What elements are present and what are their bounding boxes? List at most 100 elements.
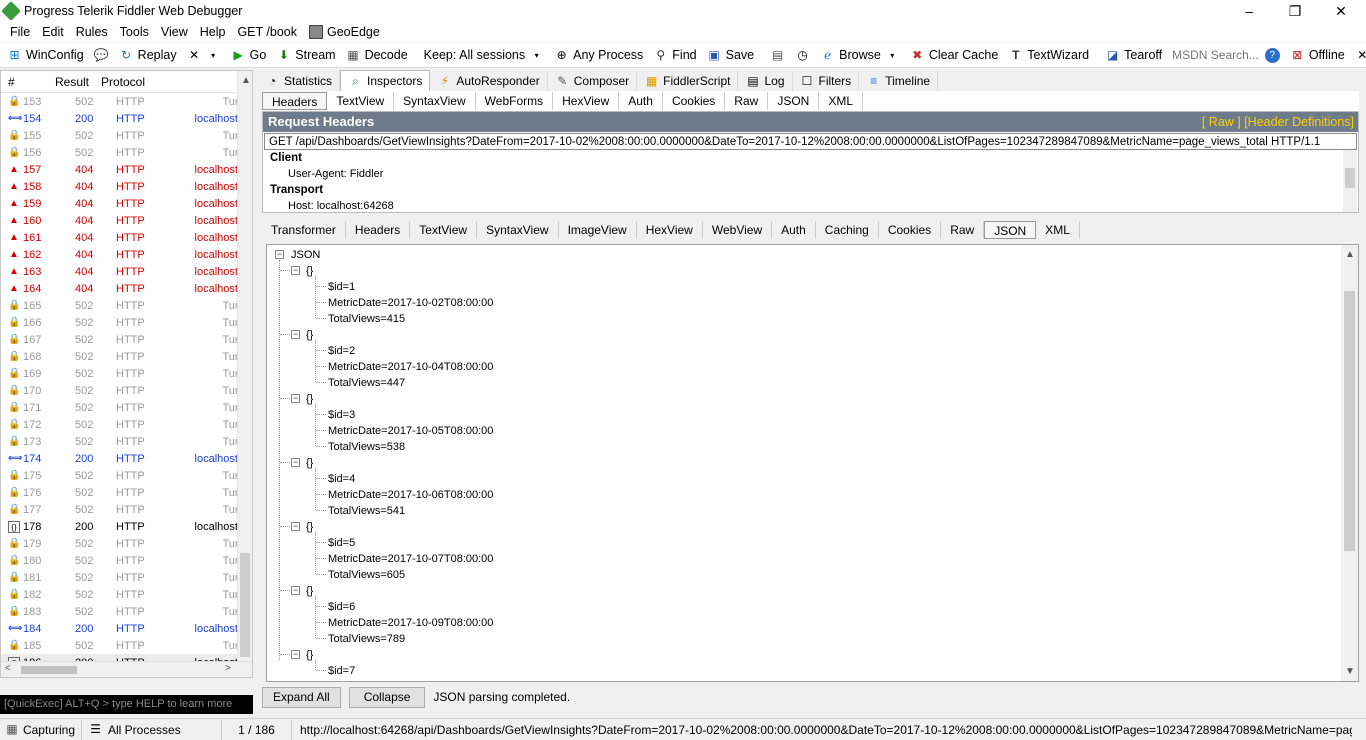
json-totalviews-field[interactable]: TotalViews=415: [328, 312, 405, 326]
session-row[interactable]: 🔒 175 502 HTTP Tun: [1, 467, 252, 484]
quickexec-input[interactable]: [QuickExec] ALT+Q > type HELP to learn m…: [0, 695, 253, 714]
offline-button[interactable]: ⊠ Offline: [1285, 44, 1350, 66]
request-line[interactable]: GET /api/Dashboards/GetViewInsights?Date…: [264, 133, 1357, 150]
collapse-button[interactable]: Collapse: [348, 686, 426, 708]
menu-file[interactable]: File: [4, 25, 36, 39]
response-tab-raw[interactable]: Raw: [941, 221, 985, 239]
scroll-thumb[interactable]: [21, 666, 77, 674]
session-row[interactable]: 🔒 173 502 HTTP Tun: [1, 433, 252, 450]
session-row[interactable]: 🔒 172 502 HTTP Tun: [1, 416, 252, 433]
winconfig-button[interactable]: ⊞ WinConfig: [2, 44, 89, 66]
collapse-toggle-icon[interactable]: −: [291, 522, 300, 531]
session-row[interactable]: 🔒 182 502 HTTP Tun: [1, 586, 252, 603]
tab-autoresponder[interactable]: ⚡ AutoResponder: [430, 71, 548, 91]
menu-tools[interactable]: Tools: [114, 25, 155, 39]
session-row[interactable]: {} 178 200 HTTP localhost:: [1, 518, 252, 535]
screenshot-button[interactable]: ▤: [765, 44, 790, 66]
collapse-toggle-icon[interactable]: −: [291, 394, 300, 403]
scroll-thumb[interactable]: [1344, 291, 1355, 551]
tab-filters[interactable]: ☐ Filters: [793, 71, 860, 91]
collapse-toggle-icon[interactable]: −: [291, 266, 300, 275]
session-row[interactable]: 🔒 185 502 HTTP Tun: [1, 637, 252, 654]
session-row[interactable]: 🔒 156 502 HTTP Tun: [1, 144, 252, 161]
json-object-node[interactable]: {}: [306, 328, 313, 342]
collapse-toggle-icon[interactable]: −: [291, 330, 300, 339]
session-row[interactable]: 🔒 181 502 HTTP Tun: [1, 569, 252, 586]
menu-get-book[interactable]: GET /book: [231, 25, 303, 39]
save-button[interactable]: ▣ Save: [702, 44, 760, 66]
json-object-node[interactable]: {}: [306, 520, 313, 534]
scroll-down-icon[interactable]: ▼: [1345, 666, 1355, 677]
textwizard-button[interactable]: T TextWizard: [1003, 44, 1094, 66]
toolbar-close-button[interactable]: ✕: [1350, 44, 1366, 66]
go-button[interactable]: ▶ Go: [226, 44, 272, 66]
menu-edit[interactable]: Edit: [36, 25, 70, 39]
json-id-field[interactable]: $id=2: [328, 344, 355, 358]
close-button[interactable]: ✕: [1318, 0, 1364, 22]
tab-timeline[interactable]: ≡ Timeline: [859, 71, 939, 91]
session-row[interactable]: ▲ 164 404 HTTP localhost:: [1, 280, 252, 297]
replay-button[interactable]: ↻ Replay: [114, 44, 182, 66]
json-totalviews-field[interactable]: TotalViews=789: [328, 632, 405, 646]
json-object-node[interactable]: {}: [306, 648, 313, 662]
json-id-field[interactable]: $id=6: [328, 600, 355, 614]
request-tab-webforms[interactable]: WebForms: [476, 92, 554, 110]
msdn-search-input[interactable]: MSDN Search...: [1167, 45, 1260, 65]
column-header-protocol[interactable]: Protocol: [91, 75, 191, 89]
request-tab-textview[interactable]: TextView: [327, 92, 395, 110]
process-filter[interactable]: ☰ All Processes: [82, 719, 222, 740]
tab-inspectors[interactable]: ⌕ Inspectors: [340, 70, 431, 91]
maximize-button[interactable]: ❐: [1272, 0, 1318, 22]
remove-button[interactable]: ✕ ▾: [182, 44, 226, 66]
json-id-field[interactable]: $id=3: [328, 408, 355, 422]
json-metricdate-field[interactable]: MetricDate=2017-10-09T08:00:00: [328, 616, 493, 630]
session-row[interactable]: ▲ 163 404 HTTP localhost:: [1, 263, 252, 280]
json-metricdate-field[interactable]: MetricDate=2017-10-02T08:00:00: [328, 296, 493, 310]
collapse-toggle-icon[interactable]: −: [291, 586, 300, 595]
json-scrollbar[interactable]: ▲ ▼: [1341, 245, 1358, 681]
response-tab-imageview[interactable]: ImageView: [559, 221, 637, 239]
collapse-toggle-icon[interactable]: −: [275, 250, 284, 259]
session-row[interactable]: 🔒 155 502 HTTP Tun: [1, 127, 252, 144]
tearoff-button[interactable]: ◪ Tearoff: [1100, 44, 1167, 66]
session-row[interactable]: 🔒 177 502 HTTP Tun: [1, 501, 252, 518]
menu-help[interactable]: Help: [194, 25, 232, 39]
request-tab-xml[interactable]: XML: [819, 92, 864, 110]
json-id-field[interactable]: $id=5: [328, 536, 355, 550]
json-metricdate-field[interactable]: MetricDate=2017-10-07T08:00:00: [328, 552, 493, 566]
session-row[interactable]: 🔒 183 502 HTTP Tun: [1, 603, 252, 620]
request-tab-raw[interactable]: Raw: [725, 92, 769, 110]
json-id-field[interactable]: $id=1: [328, 280, 355, 294]
session-row[interactable]: 🔒 153 502 HTTP Tun: [1, 93, 252, 110]
json-root-node[interactable]: JSON: [291, 248, 320, 262]
browse-button[interactable]: ℯ Browse ▾: [815, 44, 905, 66]
scroll-left-icon[interactable]: <: [5, 663, 11, 674]
comment-button[interactable]: 💬: [89, 44, 114, 66]
menu-geoedge[interactable]: GeoEdge: [303, 25, 386, 39]
scroll-up-icon[interactable]: ▲: [1345, 249, 1355, 260]
request-tab-hexview[interactable]: HexView: [553, 92, 620, 110]
column-header-result[interactable]: Result: [35, 75, 91, 89]
response-tab-textview[interactable]: TextView: [410, 221, 478, 239]
session-row[interactable]: 🔒 168 502 HTTP Tun: [1, 348, 252, 365]
session-row[interactable]: 🔒 171 502 HTTP Tun: [1, 399, 252, 416]
json-object-node[interactable]: {}: [306, 456, 313, 470]
session-row[interactable]: 🔒 170 502 HTTP Tun: [1, 382, 252, 399]
json-metricdate-field[interactable]: MetricDate=2017-10-04T08:00:00: [328, 360, 493, 374]
json-object-node[interactable]: {}: [306, 584, 313, 598]
json-totalviews-field[interactable]: TotalViews=605: [328, 568, 405, 582]
response-tab-transformer[interactable]: Transformer: [262, 221, 346, 239]
json-totalviews-field[interactable]: TotalViews=538: [328, 440, 405, 454]
session-row[interactable]: ⟺ 184 200 HTTP localhost:: [1, 620, 252, 637]
json-totalviews-field[interactable]: TotalViews=447: [328, 376, 405, 390]
session-row[interactable]: ⟺ 154 200 HTTP localhost:: [1, 110, 252, 127]
tab-statistics[interactable]: ◔ Statistics: [258, 71, 341, 91]
collapse-toggle-icon[interactable]: −: [291, 650, 300, 659]
clear-cache-button[interactable]: ✖ Clear Cache: [905, 44, 1003, 66]
tab-log[interactable]: ▤ Log: [738, 71, 793, 91]
request-tab-headers[interactable]: Headers: [262, 92, 328, 110]
session-row[interactable]: ▲ 160 404 HTTP localhost:: [1, 212, 252, 229]
response-tab-webview[interactable]: WebView: [703, 221, 773, 239]
response-tab-headers[interactable]: Headers: [346, 221, 411, 239]
header-links[interactable]: [ Raw ] [Header Definitions]: [1202, 112, 1354, 132]
